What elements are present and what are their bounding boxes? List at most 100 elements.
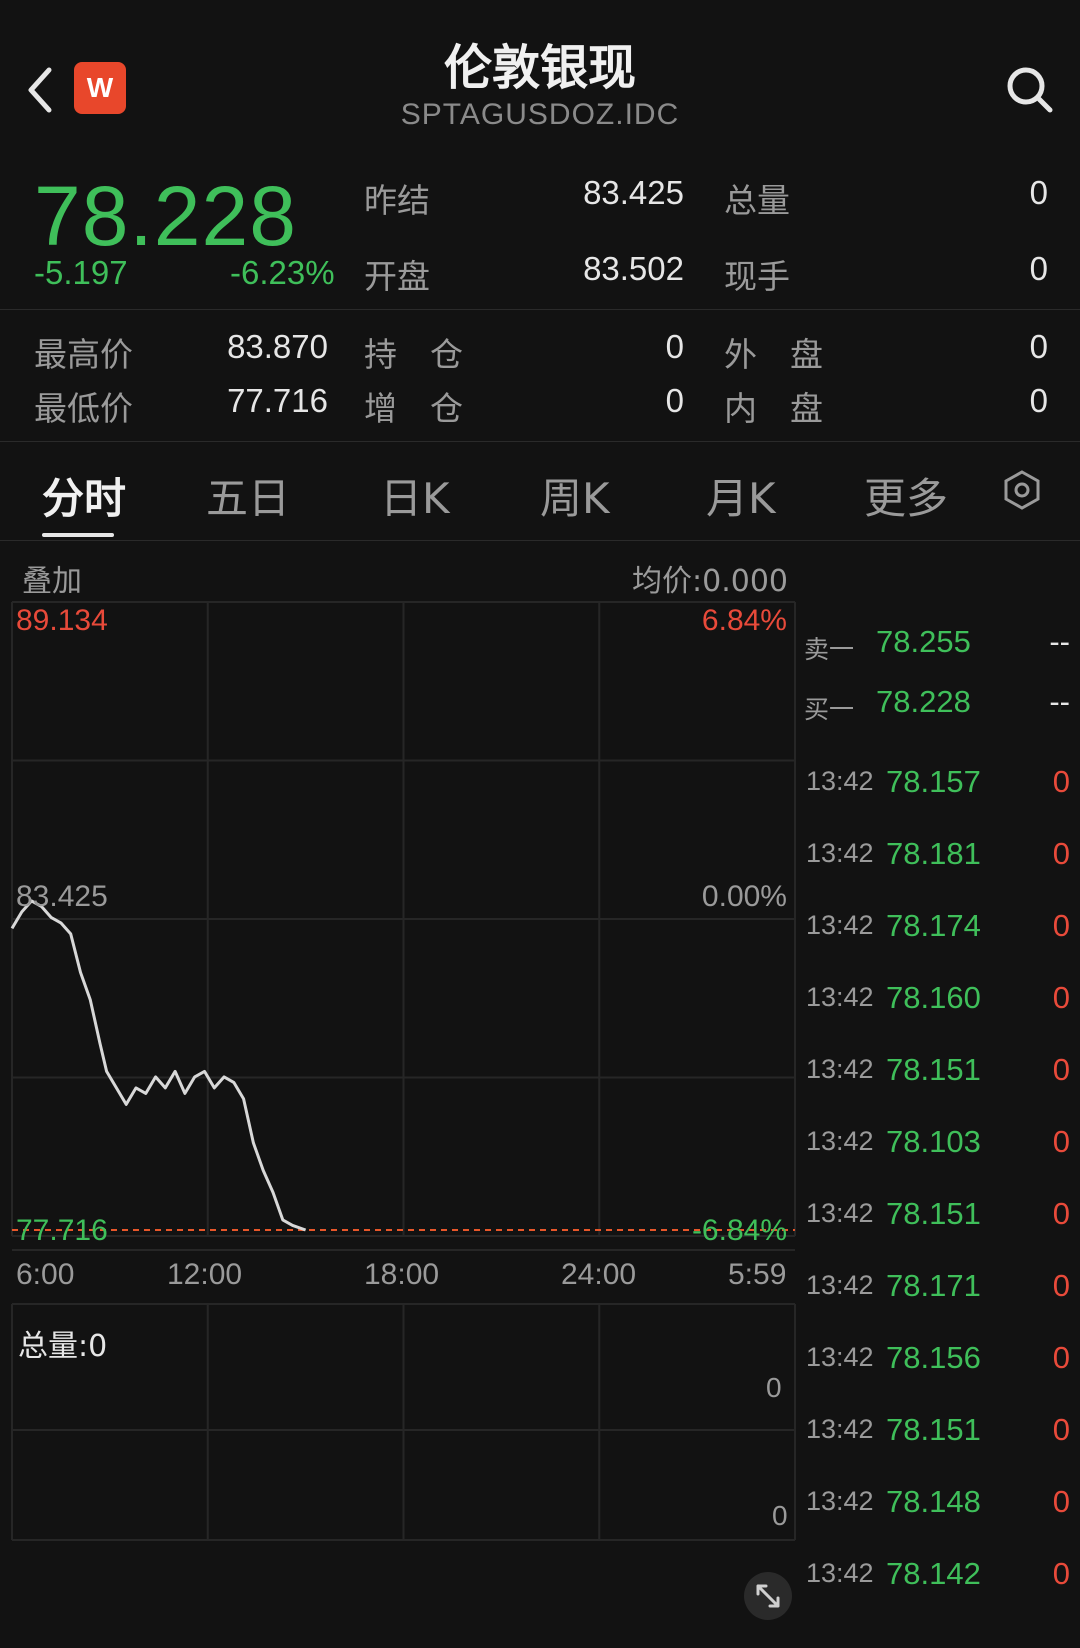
instrument-title: 伦敦银现 [443,40,636,96]
trade-price: 78.103 [886,1124,981,1159]
tab-more[interactable]: 更多 [864,465,948,526]
trade-row: 13:42 78.160 0 [800,962,1080,1034]
position-change-label: 增 仓 [364,389,463,428]
trade-volume: 0 [1052,1124,1070,1159]
position-change-value: 0 [665,382,684,419]
trade-price: 78.151 [886,1052,981,1087]
price-change: -5.197 [34,254,128,291]
trade-row: 13:42 78.174 0 [800,890,1080,962]
y-max-label: 89.134 [16,604,108,637]
position-label: 持 仓 [364,335,463,374]
overlay-button[interactable]: 叠加 [22,556,82,600]
tab-intraday[interactable]: 分时 [42,465,126,526]
volume-label: 总量:0 [18,1329,108,1364]
chart-grid [11,601,796,1541]
trade-row: 13:42 78.151 0 [800,1034,1080,1106]
volume-axis-top: 0 [766,1372,782,1403]
trade-row: 13:42 78.148 0 [800,1466,1080,1538]
stats-panel: 最高价 83.870 最低价 77.716 持 仓 0 增 仓 0 外 盘 0 … [0,312,1080,442]
trade-time: 13:42 [806,910,874,940]
inner-label: 内 盘 [724,389,823,428]
instrument-code: SPTAGUSDOZ.IDC [400,98,680,131]
y-max-pct-label: 6.84% [701,604,787,637]
x-tick-label: 12:00 [167,1258,243,1291]
chart-tabs: 分时 五日 日K 周K 月K 更多 [0,445,1080,541]
low-label: 最低价 [34,389,133,428]
tab-daily-k[interactable]: 日K [380,465,450,526]
trade-volume: 0 [1052,1268,1070,1303]
ask-price: 78.255 [876,624,971,659]
search-icon [1007,67,1053,113]
trade-price: 78.160 [886,980,981,1015]
x-tick-label: 6:00 [16,1258,75,1291]
search-button[interactable] [1002,62,1058,118]
high-value: 83.870 [227,328,328,365]
high-label: 最高价 [34,335,133,374]
trade-price: 78.142 [886,1556,981,1591]
expand-icon [756,1584,780,1608]
trade-volume: 0 [1052,908,1070,943]
x-tick-label: 18:00 [364,1258,440,1291]
ask-label: 卖一 [804,635,855,664]
y-mid-pct-label: 0.00% [701,880,787,913]
trade-time: 13:42 [806,766,874,796]
last-price: 78.228 [34,169,297,263]
x-tick-label: 24:00 [561,1258,637,1291]
trade-volume: 0 [1052,980,1070,1015]
position-value: 0 [665,328,684,365]
y-min-label: 77.716 [16,1214,108,1247]
trade-time: 13:42 [806,1342,874,1372]
volume-axis-mid: 0 [772,1500,788,1531]
trade-time: 13:42 [806,1486,874,1516]
trade-price: 78.157 [886,764,981,799]
trade-row: 13:42 78.103 0 [800,1106,1080,1178]
avg-price-label: 均价:0.000 [632,564,788,599]
trade-row: 13:42 78.181 0 [800,818,1080,890]
trade-volume: 0 [1052,1340,1070,1375]
trade-row: 13:42 78.142 0 [800,1538,1080,1610]
low-value: 77.716 [227,382,328,419]
tab-monthly-k[interactable]: 月K [706,465,776,526]
x-tick-label: 5:59 [728,1258,787,1291]
tab-weekly-k[interactable]: 周K [540,465,610,526]
trade-price: 78.181 [886,836,981,871]
trade-price: 78.151 [886,1412,981,1447]
trade-row: 13:42 78.151 0 [800,1394,1080,1466]
open-value: 83.502 [583,250,684,287]
trade-volume: 0 [1052,1052,1070,1087]
settings-icon[interactable] [1000,468,1044,512]
ask-volume: -- [1049,624,1070,659]
trade-price: 78.148 [886,1484,981,1519]
trade-time: 13:42 [806,838,874,868]
trade-volume: 0 [1052,1412,1070,1447]
outer-label: 外 盘 [724,335,823,374]
trade-volume: 0 [1052,764,1070,799]
trade-price: 78.174 [886,908,981,943]
open-label: 开盘 [364,257,430,296]
trade-row: 13:42 78.157 0 [800,746,1080,818]
trade-row: 13:42 78.151 0 [800,1178,1080,1250]
trade-time: 13:42 [806,982,874,1012]
trade-volume: 0 [1052,1556,1070,1591]
price-chart[interactable] [0,600,800,1600]
trade-volume: 0 [1052,1484,1070,1519]
trade-row: 13:42 78.171 0 [800,1250,1080,1322]
tab-five-day[interactable]: 五日 [206,465,290,526]
active-tab-indicator [42,533,114,537]
expand-button[interactable] [744,1572,792,1620]
order-book-row: 买一 78.228 -- [800,676,1080,736]
prev-settle-value: 83.425 [583,174,684,211]
y-min-pct-label: -6.84% [691,1214,787,1247]
trade-price: 78.171 [886,1268,981,1303]
trade-time: 13:42 [806,1054,874,1084]
trade-volume: 0 [1052,836,1070,871]
bid-price: 78.228 [876,684,971,719]
price-change-pct: -6.23% [230,254,335,291]
quote-panel: 78.228 -5.197 -6.23% 昨结 83.425 开盘 83.502… [0,160,1080,310]
trade-price: 78.156 [886,1340,981,1375]
y-mid-label: 83.425 [16,880,108,913]
bid-volume: -- [1049,684,1070,719]
inner-value: 0 [1029,382,1048,419]
current-hand-label: 现手 [724,257,790,296]
total-volume-label: 总量 [724,181,790,220]
